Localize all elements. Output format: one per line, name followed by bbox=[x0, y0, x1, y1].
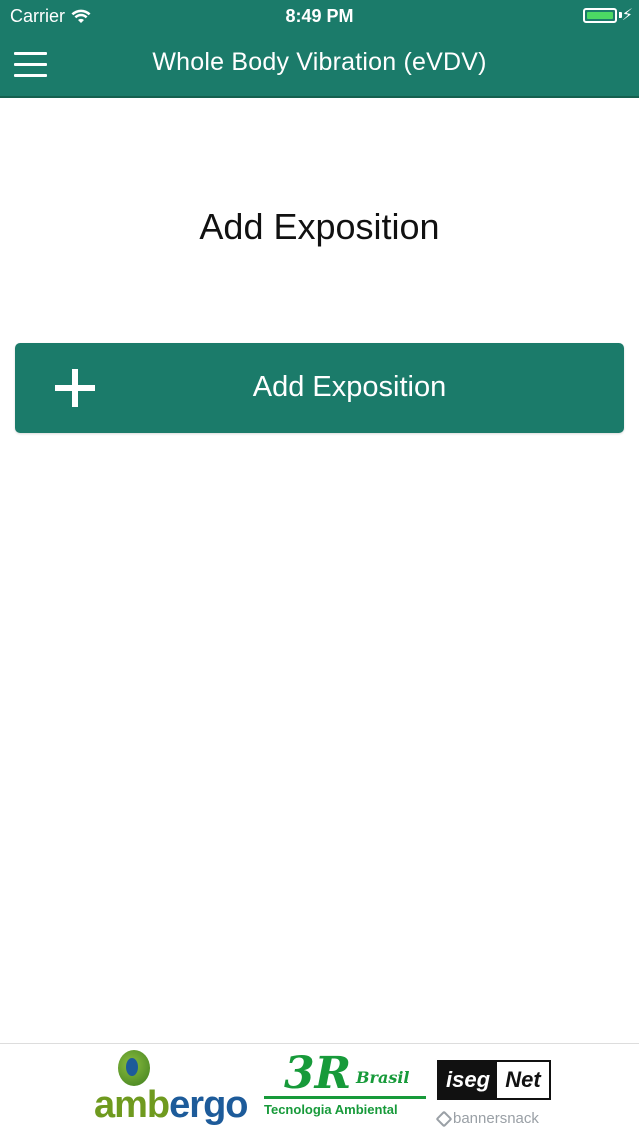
3r-tagline: Tecnologia Ambiental bbox=[264, 1102, 398, 1117]
iseg-net-logo: iseg Net bbox=[437, 1060, 551, 1100]
3r-brasil-logo: 3R Brasil Tecnologia Ambiental bbox=[264, 1048, 428, 1122]
bannersnack-label: bannersnack bbox=[453, 1110, 539, 1127]
iseg-wordmark: iseg bbox=[439, 1062, 497, 1098]
add-exposition-button[interactable]: Add Exposition bbox=[15, 343, 624, 433]
page-title: Add Exposition bbox=[199, 206, 440, 247]
battery-level bbox=[587, 12, 613, 19]
status-bar: Carrier 8:49 PM ⚡ bbox=[0, 0, 639, 32]
bannersnack-icon bbox=[435, 1110, 453, 1127]
ambergo-wordmark: ambergo bbox=[94, 1084, 249, 1126]
sponsor-banner[interactable]: ambergo 3R Brasil Tecnologia Ambiental i… bbox=[0, 1043, 639, 1136]
charging-bolt-icon: ⚡ bbox=[621, 7, 633, 24]
globe-icon bbox=[118, 1050, 150, 1086]
logo-divider bbox=[264, 1096, 426, 1099]
net-wordmark: Net bbox=[505, 1067, 541, 1092]
3r-wordmark: 3R bbox=[284, 1048, 352, 1099]
add-exposition-label: Add Exposition bbox=[252, 371, 447, 403]
app-header: Carrier 8:49 PM ⚡ Whole Body Vibration (… bbox=[0, 0, 639, 98]
brasil-wordmark: Brasil bbox=[356, 1068, 410, 1087]
ambergo-logo: ambergo bbox=[94, 1050, 249, 1130]
status-time: 8:49 PM bbox=[285, 6, 354, 26]
bannersnack-credit[interactable]: bannersnack bbox=[435, 1110, 539, 1127]
header-title: Whole Body Vibration (eVDV) bbox=[152, 48, 487, 76]
battery-icon bbox=[583, 8, 617, 23]
